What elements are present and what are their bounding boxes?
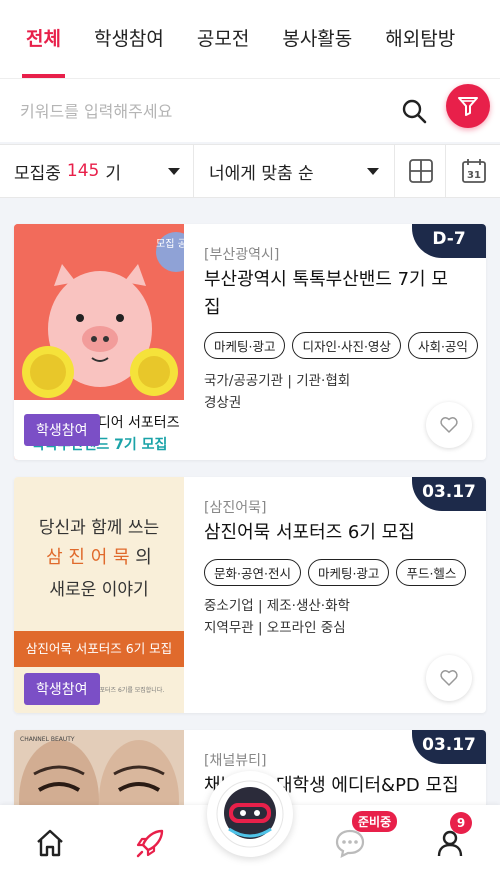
card-title: 삼진어묵 서포터즈 6기 모집 — [204, 522, 415, 543]
activity-card[interactable]: 모집 공고 2019년 미디어 서포터즈 톡톡부산밴드 7기 모집 학생참여 D… — [14, 224, 486, 460]
meta-line: 국가/공공기관 | 기관·협회 — [204, 373, 351, 389]
organization: [채널뷰티] — [204, 753, 267, 769]
meta-line: 중소기업 | 제조·생산·화학 — [204, 598, 350, 614]
status-count: 145 — [66, 161, 100, 181]
like-button[interactable] — [426, 655, 472, 701]
tag-chip[interactable]: 디자인·사진·영상 — [292, 332, 401, 359]
category-label: 학생참여 — [24, 673, 100, 705]
card-thumbnail: 모집 공고 2019년 미디어 서포터즈 톡톡부산밴드 7기 모집 학생참여 — [14, 224, 184, 460]
tab-student-participation[interactable]: 학생참여 — [94, 0, 164, 78]
thumb-caption-3: 새로운 이야기 — [49, 580, 149, 600]
nav-activities[interactable] — [130, 823, 170, 863]
tab-all[interactable]: 전체 — [22, 0, 65, 78]
search-input[interactable] — [20, 95, 380, 127]
rocket-icon — [136, 829, 164, 858]
chevron-down-icon — [367, 168, 379, 175]
thumb-banner: 삼진어묵 서포터즈 6기 모집 — [14, 631, 184, 667]
category-tabs: 전체 학생참여 공모전 봉사활동 해외탐방 — [0, 0, 500, 78]
filter-button[interactable] — [446, 84, 490, 128]
tab-volunteer[interactable]: 봉사활동 — [282, 0, 352, 78]
filter-icon — [458, 97, 478, 116]
thumb-caption-2: 삼 진 어 묵 의 — [46, 547, 152, 568]
sort-label: 너에게 맞춤 순 — [209, 163, 314, 184]
category-label: 학생참여 — [24, 414, 100, 446]
tag-chip[interactable]: 푸드·헬스 — [396, 559, 467, 586]
deadline-badge: D-7 — [412, 224, 486, 258]
card-title: 부산광역시 톡톡부산밴드 7기 모집 — [204, 269, 448, 318]
like-button[interactable] — [426, 402, 472, 448]
status-label: 모집중 — [14, 163, 61, 184]
tag-list: 마케팅·광고 디자인·사진·영상 사회·공익 — [204, 332, 478, 359]
thumb-caption: 당신과 함께 쓰는 — [38, 518, 160, 538]
search-bar — [0, 78, 500, 142]
card-thumbnail: 당신과 함께 쓰는 삼 진 어 묵 의 새로운 이야기 삼진어묵 서포터즈 6기… — [14, 477, 184, 713]
chevron-down-icon — [168, 168, 180, 175]
status-unit: 기 — [105, 163, 122, 184]
mascot-button[interactable] — [207, 771, 293, 857]
deadline-badge: 03.17 — [412, 730, 486, 764]
calendar-view-button[interactable]: 31 — [447, 145, 500, 197]
sort-dropdown[interactable]: 너에게 맞춤 순 — [195, 145, 395, 197]
nav-home[interactable] — [30, 823, 70, 863]
tag-chip[interactable]: 마케팅·광고 — [307, 559, 390, 586]
tag-chip[interactable]: 문화·공연·전시 — [204, 559, 301, 586]
coming-soon-badge: 준비중 — [352, 811, 398, 832]
thumb-brand: CHANNEL BEAUTY — [20, 736, 75, 743]
search-icon[interactable] — [400, 97, 430, 127]
tab-contest[interactable]: 공모전 — [197, 0, 249, 78]
filter-bar: 모집중 145 기 너에게 맞춤 순 31 — [0, 144, 500, 198]
tag-chip[interactable]: 마케팅·광고 — [204, 332, 286, 359]
status-dropdown[interactable]: 모집중 145 기 — [0, 145, 194, 197]
grid-view-button[interactable] — [396, 145, 446, 197]
svg-text:31: 31 — [467, 170, 481, 181]
tag-chip[interactable]: 사회·공익 — [407, 332, 478, 359]
meta-line: 지역무관 | 오프라인 중심 — [204, 620, 346, 636]
meta-line: 경상권 — [204, 395, 242, 411]
card-meta: 중소기업 | 제조·생산·화학 지역무관 | 오프라인 중심 — [204, 595, 350, 639]
heart-icon — [440, 670, 458, 686]
thumb-small-text: 서포터즈 6기를 모집합니다. — [94, 687, 165, 694]
grid-icon — [408, 159, 433, 183]
activity-card[interactable]: 당신과 함께 쓰는 삼 진 어 묵 의 새로운 이야기 삼진어묵 서포터즈 6기… — [14, 477, 486, 713]
organization: [부산광역시] — [204, 247, 280, 263]
calendar-icon: 31 — [461, 159, 486, 183]
tag-list: 문화·공연·전시 마케팅·광고 푸드·헬스 — [204, 559, 467, 586]
notification-count-badge: 9 — [450, 812, 472, 834]
organization: [삼진어묵] — [204, 500, 267, 516]
deadline-badge: 03.17 — [412, 477, 486, 511]
card-meta: 국가/공공기관 | 기관·협회 경상권 — [204, 370, 350, 414]
tab-overseas[interactable]: 해외탐방 — [385, 0, 455, 78]
heart-icon — [440, 417, 458, 433]
home-icon — [37, 829, 63, 857]
astronaut-icon — [216, 780, 284, 848]
